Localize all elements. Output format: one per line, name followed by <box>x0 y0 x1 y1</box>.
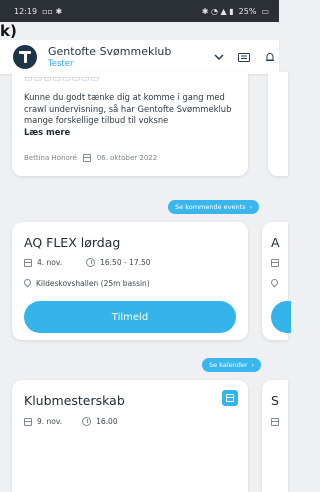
read-more-link[interactable]: Læs mere <box>24 127 70 137</box>
event-date: 4. nov. <box>37 258 63 267</box>
news-author: Bettina Honoré <box>24 154 77 162</box>
location-pin-icon <box>24 279 31 288</box>
status-time: 12:19 <box>14 6 38 16</box>
signal-icons: ✱ ◔ ▲ ▮ <box>201 6 234 16</box>
news-meta: Bettina Honoré 06. oktober 2022 <box>24 154 157 162</box>
battery-icon: ▭ <box>261 6 269 16</box>
clock-icon <box>86 258 96 267</box>
news-title-cut: ▭▭▭▭▭▭▭▭ <box>24 74 101 84</box>
calendar-icon <box>271 418 279 426</box>
signup-button[interactable]: Tilmeld <box>24 301 236 333</box>
event-location-row: Kildeskovshallen (25m bassin) <box>24 279 150 288</box>
calendar-icon <box>24 258 32 267</box>
calendar-icon <box>82 154 91 162</box>
see-calendar-label: Se kalender <box>209 361 248 369</box>
calendar-event-date: 9. nov. <box>37 417 63 426</box>
club-logo[interactable] <box>13 45 37 69</box>
club-subtitle: Tester <box>48 59 74 69</box>
calendar-event-title: Klubmesterskab <box>24 393 125 408</box>
bell-icon[interactable] <box>263 50 277 64</box>
battery-level: 25% <box>238 6 257 16</box>
see-calendar-link[interactable]: Se kalender › <box>202 358 262 372</box>
news-card[interactable]: ▭▭▭▭▭▭▭▭ Kunne du godt tænke dig at komm… <box>12 72 248 176</box>
news-card-next[interactable] <box>268 72 288 176</box>
location-pin-icon <box>271 279 278 288</box>
next-calendar-title: S <box>271 393 279 408</box>
next-signup-button[interactable] <box>271 301 291 333</box>
notification-icon: ▫▫ ✱ <box>42 6 63 16</box>
id-card-icon[interactable] <box>237 50 251 64</box>
event-time: 16.50 - 17.50 <box>100 258 151 267</box>
chevron-right-icon: › <box>249 203 253 211</box>
event-card-next[interactable]: A <box>262 222 291 340</box>
see-upcoming-events-link[interactable]: Se kommende events › <box>168 200 260 214</box>
event-location: Kildeskovshallen (25m bassin) <box>36 279 150 288</box>
clock-icon <box>82 417 92 426</box>
calendar-icon <box>24 417 32 426</box>
calendar-event-date-time-row: 9. nov. 16.00 <box>24 417 118 426</box>
status-bar: 12:19 ▫▫ ✱ ✱ ◔ ▲ ▮ 25% ▭ <box>0 0 279 22</box>
calendar-badge-icon[interactable] <box>222 390 238 406</box>
event-card[interactable]: AQ FLEX lørdag 4. nov. 16.50 - 17.50 Kil… <box>12 222 248 340</box>
calendar-event-card-next[interactable]: S <box>262 380 288 492</box>
app-header: Gentofte Svømmeklub Tester <box>0 40 279 74</box>
chevron-down-icon[interactable] <box>212 50 226 64</box>
chevron-right-icon: › <box>251 361 255 369</box>
overlay-text: k) <box>0 22 17 40</box>
news-date: 06. oktober 2022 <box>96 154 158 162</box>
news-body: Kunne du godt tænke dig at komme i gang … <box>24 92 232 125</box>
see-upcoming-events-label: Se kommende events <box>175 203 246 211</box>
club-name[interactable]: Gentofte Svømmeklub <box>48 45 171 58</box>
calendar-icon <box>271 259 279 267</box>
next-event-title: A <box>271 235 280 250</box>
event-title: AQ FLEX lørdag <box>24 235 121 250</box>
event-date-time-row: 4. nov. 16.50 - 17.50 <box>24 258 151 267</box>
calendar-event-card[interactable]: Klubmesterskab 9. nov. 16.00 <box>12 380 248 492</box>
calendar-event-time: 16.00 <box>96 417 118 426</box>
